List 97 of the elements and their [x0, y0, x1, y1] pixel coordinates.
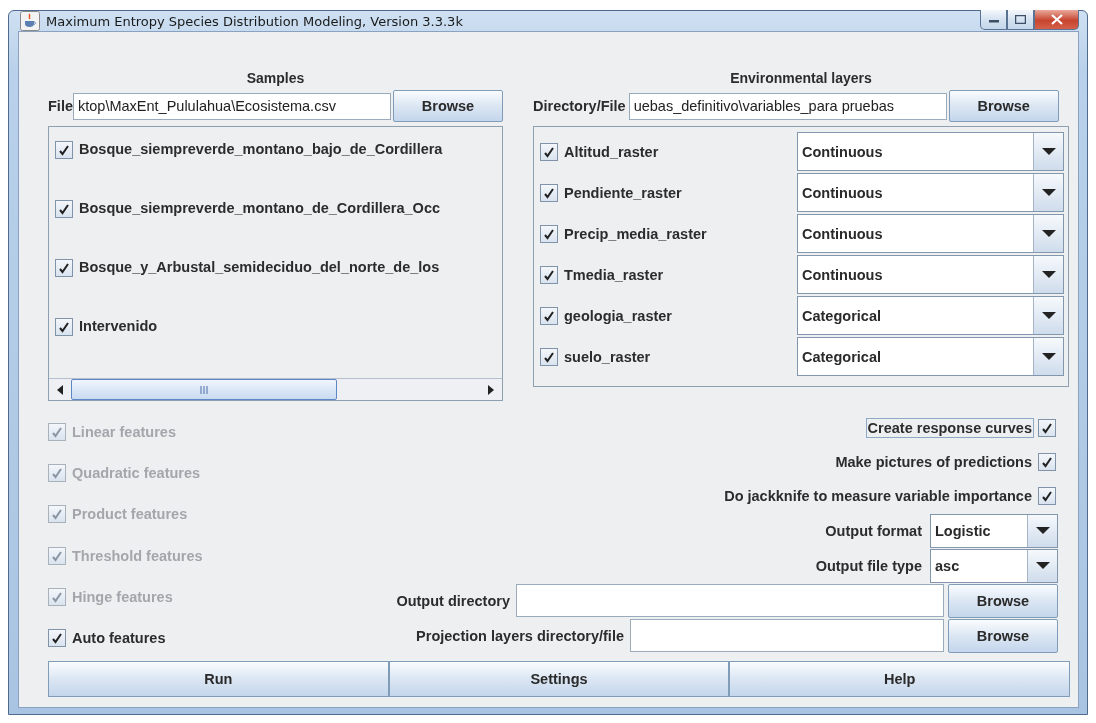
select-dropdown[interactable]: asc [930, 548, 1058, 583]
checkbox[interactable] [1038, 453, 1056, 471]
browse-button[interactable]: Browse [948, 583, 1058, 618]
checkmark-icon [543, 186, 555, 199]
caret-icon [1041, 270, 1056, 279]
checkmark-icon [51, 590, 63, 603]
checkmark-icon [1041, 490, 1053, 502]
type-dropdown[interactable]: Continuous [797, 214, 1064, 253]
path-label: Output directory [396, 592, 510, 609]
option-label: Do jackknife to measure variable importance [723, 487, 1033, 506]
horizontal-scrollbar[interactable] [49, 378, 502, 400]
caret-icon [1041, 352, 1056, 361]
checkmark-icon [51, 549, 63, 562]
checkbox[interactable] [55, 259, 73, 277]
checkmark-icon [543, 309, 555, 322]
checkmark-icon [543, 268, 555, 281]
action-button[interactable]: Help [729, 660, 1070, 697]
checkmark-icon [1041, 422, 1053, 434]
type-dropdown[interactable]: Continuous [797, 132, 1064, 171]
section-heading: Environmental layers [730, 70, 872, 86]
option-label: Create response curves [865, 418, 1034, 438]
close-button[interactable] [1034, 10, 1079, 30]
checkbox[interactable] [540, 347, 558, 366]
type-dropdown[interactable]: Continuous [797, 173, 1064, 212]
layer-label: Tmedia_raster [564, 266, 664, 283]
feature-label: Hinge features [72, 588, 173, 605]
checkmark-icon [58, 144, 70, 156]
checkmark-icon [51, 508, 63, 521]
action-button[interactable]: Run [48, 660, 389, 697]
checkbox[interactable] [540, 224, 558, 243]
type-dropdown[interactable]: Continuous [797, 255, 1064, 294]
left-arrow-icon [57, 384, 63, 395]
layer-label: Pendiente_raster [564, 184, 682, 201]
checkmark-icon [58, 203, 70, 215]
caret-icon [1041, 188, 1056, 197]
checkmark-icon [51, 466, 63, 479]
checkbox[interactable] [55, 200, 73, 218]
feature-label: Threshold features [72, 547, 203, 564]
type-dropdown[interactable]: Categorical [797, 296, 1064, 335]
select-label: Output file type [815, 557, 922, 574]
feature-label: Quadratic features [72, 464, 201, 481]
browse-button[interactable]: Browse [393, 90, 503, 122]
caret-icon [1035, 526, 1050, 535]
type-dropdown[interactable]: Categorical [797, 337, 1064, 376]
path-label: Projection layers directory/file [416, 627, 624, 644]
maximize-icon [1015, 15, 1026, 24]
sample-label: Bosque_y_Arbustal_semideciduo_del_norte_de_los [79, 259, 440, 275]
caret-icon [1041, 311, 1056, 320]
section-heading: Samples [246, 70, 305, 86]
field-label: Directory/File [533, 98, 626, 114]
field-label: File [48, 98, 73, 114]
caret-icon [1035, 561, 1050, 570]
feature-label: Linear features [72, 423, 176, 440]
checkmark-icon [543, 350, 555, 363]
checkbox[interactable] [55, 141, 73, 159]
checkmark-icon [51, 425, 63, 438]
checkmark-icon [58, 262, 70, 274]
checkmark-icon [1041, 456, 1053, 468]
path-field[interactable] [630, 619, 944, 652]
path-field[interactable] [516, 584, 944, 617]
layer-label: Precip_media_raster [564, 225, 707, 242]
select-label: Output format [825, 522, 922, 539]
browse-button[interactable]: Browse [948, 618, 1058, 653]
file-field[interactable]: ktop\MaxEnt_Pululahua\Ecosistema.csv [73, 92, 391, 120]
checkmark-icon [543, 145, 555, 158]
right-arrow-icon [488, 384, 494, 395]
checkbox[interactable] [540, 142, 558, 161]
checkbox[interactable] [1038, 419, 1056, 437]
grip-icon [200, 385, 208, 394]
action-button[interactable]: Settings [388, 660, 730, 697]
sample-label: Bosque_siempreverde_montano_bajo_de_Cordillera [79, 141, 443, 157]
checkbox[interactable] [540, 265, 558, 284]
checkbox[interactable] [55, 318, 73, 336]
checkbox[interactable] [540, 183, 558, 202]
sample-label: Bosque_siempreverde_montano_de_Cordillera_Occ [79, 200, 441, 216]
layer-label: Altitud_raster [564, 143, 659, 160]
checkmark-icon [58, 321, 70, 333]
select-dropdown[interactable]: Logistic [930, 513, 1058, 548]
checkbox[interactable] [540, 306, 558, 325]
layer-label: suelo_raster [564, 348, 651, 365]
caret-icon [1041, 229, 1056, 238]
minimize-button[interactable] [980, 10, 1007, 30]
option-label: Make pictures of predictions [834, 453, 1033, 472]
checkmark-icon [543, 227, 555, 240]
feature-label: Product features [72, 506, 188, 523]
window-title: Maximum Entropy Species Distribution Modeling, Version 3.3.3k [46, 13, 463, 29]
feature-label: Auto features [72, 630, 166, 647]
sample-label: Intervenido [79, 318, 158, 334]
directory-field[interactable]: uebas_definitivo\variables_para pruebas [628, 92, 947, 120]
close-icon [1050, 14, 1063, 25]
caret-icon [1041, 147, 1056, 156]
checkbox[interactable] [1038, 487, 1056, 505]
maximize-button[interactable] [1007, 10, 1034, 30]
layer-label: geologia_raster [564, 307, 672, 324]
checkbox[interactable] [48, 629, 66, 648]
checkmark-icon [51, 632, 63, 645]
browse-button[interactable]: Browse [948, 90, 1059, 122]
